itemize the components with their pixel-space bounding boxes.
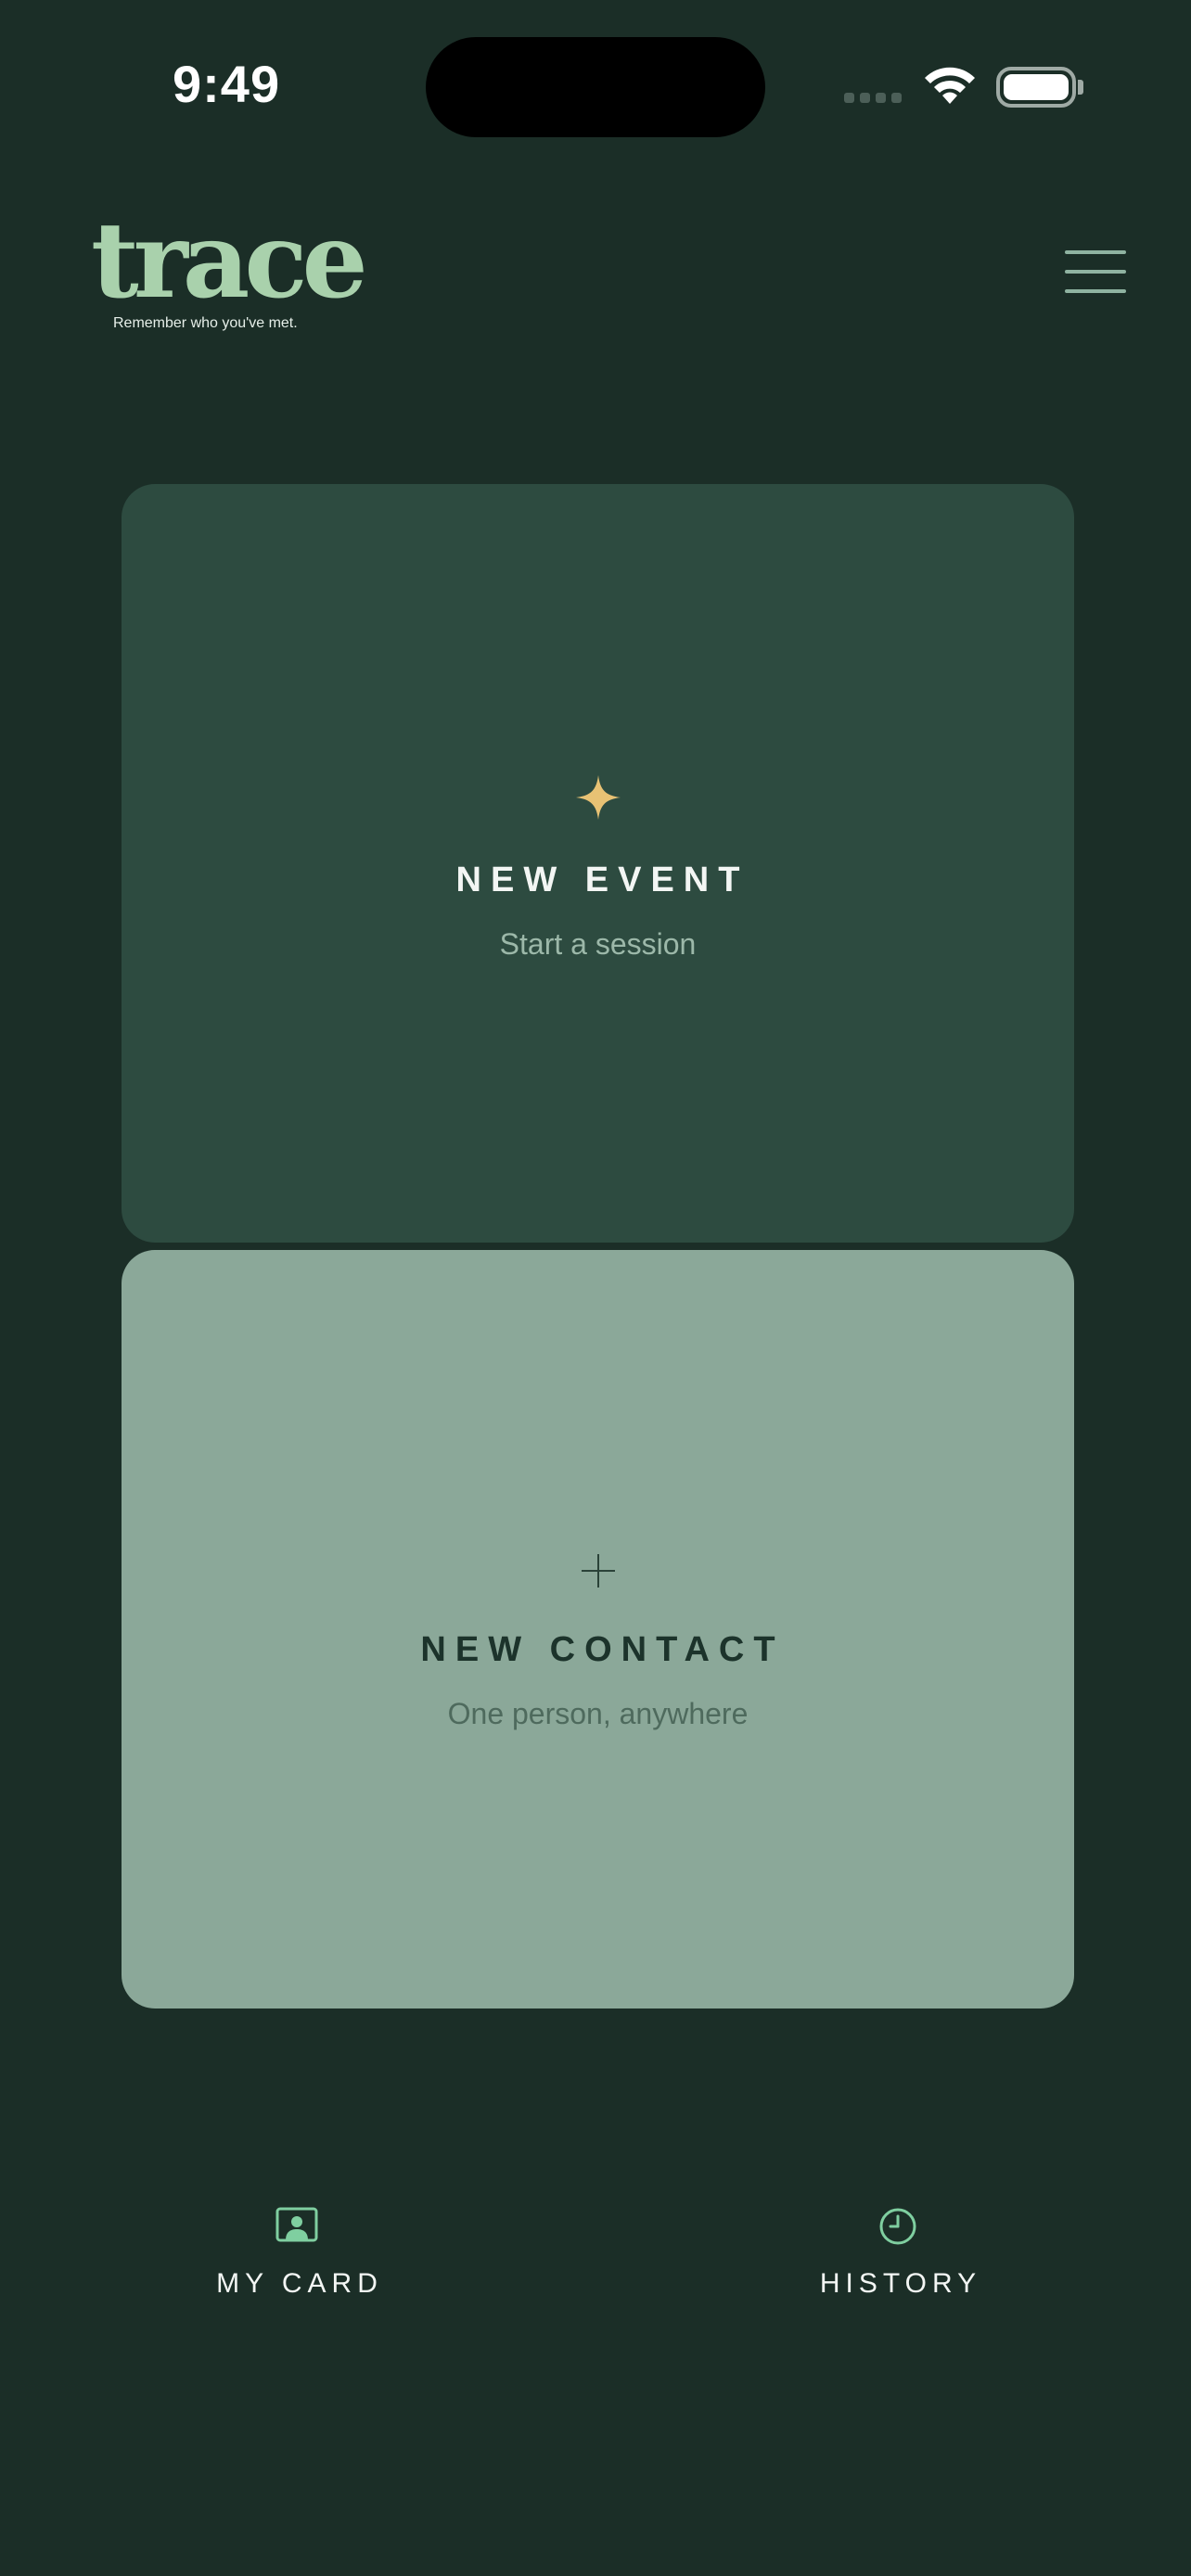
nav-my-card[interactable]: MY CARD	[158, 2200, 436, 2311]
new-contact-card[interactable]: NEW CONTACT One person, anywhere	[122, 1250, 1074, 2009]
hamburger-menu-line	[1065, 270, 1126, 274]
nav-my-card-label: MY CARD	[216, 2268, 383, 2299]
battery-cap	[1078, 80, 1083, 95]
hamburger-menu-line	[1065, 289, 1126, 293]
logo-tagline: Remember who you've met.	[113, 315, 298, 331]
plus-icon	[580, 1552, 617, 1594]
new-event-card[interactable]: NEW EVENT Start a session	[122, 484, 1074, 1243]
new-contact-subtitle: One person, anywhere	[447, 1697, 749, 1730]
battery-icon	[996, 67, 1076, 108]
hamburger-menu-button[interactable]	[1065, 249, 1126, 295]
status-time: 9:49	[173, 55, 281, 113]
new-contact-title: NEW CONTACT	[420, 1630, 785, 1669]
logo-wordmark: trace	[91, 200, 368, 322]
nav-history[interactable]: HISTORY	[759, 2200, 1037, 2311]
cellular-signal-icon	[844, 93, 902, 103]
new-event-title: NEW EVENT	[455, 861, 749, 899]
dynamic-island	[426, 37, 765, 137]
nav-history-label: HISTORY	[819, 2268, 982, 2299]
clock-icon	[878, 2207, 917, 2251]
new-event-subtitle: Start a session	[499, 927, 697, 961]
app-logo: trace Remember who you've met.	[91, 210, 368, 339]
status-bar: 9:49	[0, 0, 1191, 176]
wifi-icon	[922, 65, 978, 110]
hamburger-menu-icon	[1065, 250, 1126, 254]
contact-card-icon	[275, 2207, 318, 2247]
sparkle-icon	[575, 775, 621, 824]
